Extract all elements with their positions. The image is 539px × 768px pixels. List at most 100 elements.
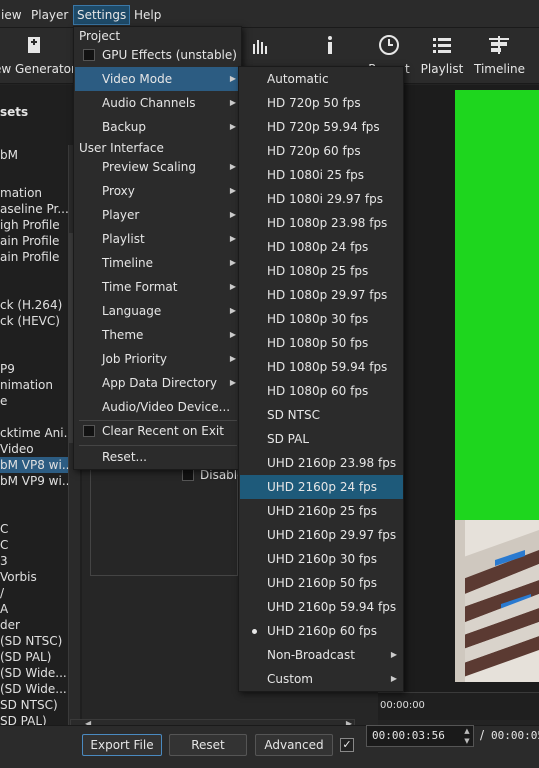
preset-row[interactable]: bM VP8 wi... xyxy=(0,457,68,473)
preset-row[interactable]: SD NTSC) xyxy=(0,697,68,713)
duration-display: 00:00:05: xyxy=(491,729,539,742)
video-mode-item[interactable]: HD 1080p 23.98 fps xyxy=(240,211,403,235)
playlist-button[interactable]: Playlist xyxy=(420,32,464,80)
timecode-input[interactable]: 00:00:03:56 xyxy=(366,725,474,747)
menu-item-label: Theme xyxy=(102,328,144,342)
menu-help[interactable]: Help xyxy=(131,6,164,24)
spin-up-icon[interactable]: ▲ xyxy=(461,726,473,736)
video-mode-item[interactable]: HD 1080p 50 fps xyxy=(240,331,403,355)
video-mode-item[interactable]: UHD 2160p 60 fps xyxy=(240,619,403,643)
preset-row[interactable]: e xyxy=(0,393,68,409)
video-mode-item[interactable]: UHD 2160p 29.97 fps xyxy=(240,523,403,547)
video-mode-item[interactable]: UHD 2160p 59.94 fps xyxy=(240,595,403,619)
video-mode-item[interactable]: SD PAL xyxy=(240,427,403,451)
menu-item-playlist[interactable]: Playlist ▶ xyxy=(75,227,242,251)
video-mode-item[interactable]: HD 720p 60 fps xyxy=(240,139,403,163)
reset-button[interactable]: Reset xyxy=(169,734,247,756)
menu-item-timeline[interactable]: Timeline ▶ xyxy=(75,251,242,275)
preset-row[interactable]: / xyxy=(0,585,68,601)
preset-row[interactable]: C xyxy=(0,521,68,537)
video-mode-item[interactable]: HD 720p 59.94 fps xyxy=(240,115,403,139)
preset-row[interactable]: ck (H.264) xyxy=(0,297,68,313)
preset-row[interactable]: igh Profile xyxy=(0,217,68,233)
preset-row[interactable]: A xyxy=(0,601,68,617)
menu-view[interactable]: iew xyxy=(0,6,25,24)
new-generator-button[interactable]: ew Generator xyxy=(0,32,76,80)
export-file-button[interactable]: Export File xyxy=(82,734,162,756)
video-mode-label: SD PAL xyxy=(267,432,310,446)
menu-item-job-priority[interactable]: Job Priority ▶ xyxy=(75,347,242,371)
video-mode-item[interactable]: HD 1080p 59.94 fps xyxy=(240,355,403,379)
menu-item-gpu-effects[interactable]: GPU Effects (unstable) xyxy=(75,43,242,67)
clear-recent-checkbox[interactable] xyxy=(83,425,95,437)
preset-row[interactable]: (SD Wide... xyxy=(0,665,68,681)
clear-recent-label: Clear Recent on Exit xyxy=(102,424,224,438)
preset-row[interactable]: bM VP9 wi... xyxy=(0,473,68,489)
timeline-ruler[interactable]: 00:00:00 xyxy=(378,692,539,720)
menu-item-audio-video-device[interactable]: Audio/Video Device... xyxy=(75,395,242,419)
menu-item-audio-channels[interactable]: Audio Channels ▶ xyxy=(75,91,242,115)
advanced-button[interactable]: Advanced xyxy=(255,734,333,756)
preset-row[interactable]: der xyxy=(0,617,68,633)
video-mode-label: HD 720p 60 fps xyxy=(267,144,361,158)
video-mode-item[interactable]: HD 1080p 25 fps xyxy=(240,259,403,283)
menu-item-app-data-directory[interactable]: App Data Directory ▶ xyxy=(75,371,242,395)
submenu-arrow-icon: ▶ xyxy=(390,674,397,683)
preset-row[interactable]: (SD Wide... xyxy=(0,681,68,697)
preset-row[interactable]: Video xyxy=(0,441,68,457)
menu-item-reset[interactable]: Reset... xyxy=(75,445,242,469)
video-mode-item[interactable]: UHD 2160p 30 fps xyxy=(240,547,403,571)
preset-row[interactable]: Vorbis xyxy=(0,569,68,585)
menu-item-clear-recent[interactable]: Clear Recent on Exit xyxy=(75,419,242,443)
menu-item-player[interactable]: Player ▶ xyxy=(75,203,242,227)
spin-down-icon[interactable]: ▼ xyxy=(461,736,473,746)
video-mode-item[interactable]: UHD 2160p 50 fps xyxy=(240,571,403,595)
video-mode-item[interactable]: HD 720p 50 fps xyxy=(240,91,403,115)
video-mode-item[interactable]: HD 1080p 24 fps xyxy=(240,235,403,259)
preset-row[interactable]: ain Profile xyxy=(0,233,68,249)
video-mode-item[interactable]: HD 1080p 60 fps xyxy=(240,379,403,403)
menu-item-video-mode[interactable]: Video Mode ▶ xyxy=(75,67,242,91)
menu-settings[interactable]: Settings xyxy=(73,5,131,25)
video-mode-item[interactable]: HD 1080p 30 fps xyxy=(240,307,403,331)
preset-row[interactable]: aseline Pr... xyxy=(0,201,68,217)
preset-row[interactable]: 3 xyxy=(0,553,68,569)
preset-row[interactable]: C xyxy=(0,537,68,553)
menu-player[interactable]: Player xyxy=(28,6,71,24)
preset-row[interactable]: mation xyxy=(0,185,68,201)
menu-item-theme[interactable]: Theme ▶ xyxy=(75,323,242,347)
presets-panel: sets bM mation aseline Pr... igh Profile ain… xyxy=(0,85,82,725)
menu-item-time-format[interactable]: Time Format ▶ xyxy=(75,275,242,299)
video-mode-item[interactable]: UHD 2160p 23.98 fps xyxy=(240,451,403,475)
preset-row[interactable]: cktime Ani... xyxy=(0,425,68,441)
preset-row[interactable]: ain Profile xyxy=(0,249,68,265)
preset-row[interactable]: (SD NTSC) xyxy=(0,633,68,649)
gpu-effects-checkbox[interactable] xyxy=(83,49,95,61)
video-mode-item[interactable]: HD 1080i 25 fps xyxy=(240,163,403,187)
video-mode-item[interactable]: Automatic xyxy=(240,67,403,91)
submenu-arrow-icon: ▶ xyxy=(229,306,236,315)
preset-row[interactable]: ck (HEVC) xyxy=(0,313,68,329)
menu-item-backup[interactable]: Backup ▶ xyxy=(75,115,242,139)
menu-item-proxy[interactable]: Proxy ▶ xyxy=(75,179,242,203)
preset-row[interactable]: nimation xyxy=(0,377,68,393)
radio-checked-icon xyxy=(252,629,257,634)
menu-item-language[interactable]: Language ▶ xyxy=(75,299,242,323)
video-mode-item[interactable]: UHD 2160p 25 fps xyxy=(240,499,403,523)
video-mode-item[interactable]: Custom ▶ xyxy=(240,667,403,691)
preset-row[interactable]: bM xyxy=(0,147,68,163)
video-mode-item[interactable]: HD 1080p 29.97 fps xyxy=(240,283,403,307)
menu-item-label: Language xyxy=(102,304,162,318)
advanced-checkbox[interactable]: ✓ xyxy=(340,738,354,752)
timecode-spinner[interactable]: ▲ ▼ xyxy=(461,726,473,746)
timeline-button[interactable]: Timeline xyxy=(474,32,525,80)
video-mode-item[interactable]: SD NTSC xyxy=(240,403,403,427)
preset-row[interactable]: (SD PAL) xyxy=(0,649,68,665)
menu-item-preview-scaling[interactable]: Preview Scaling ▶ xyxy=(75,155,242,179)
disable-checkbox[interactable] xyxy=(182,469,194,481)
video-mode-item[interactable]: UHD 2160p 24 fps xyxy=(240,475,403,499)
preset-row[interactable]: SD PAL) xyxy=(0,713,68,725)
video-mode-item[interactable]: HD 1080i 29.97 fps xyxy=(240,187,403,211)
preset-row[interactable]: P9 xyxy=(0,361,68,377)
video-mode-item[interactable]: Non-Broadcast ▶ xyxy=(240,643,403,667)
